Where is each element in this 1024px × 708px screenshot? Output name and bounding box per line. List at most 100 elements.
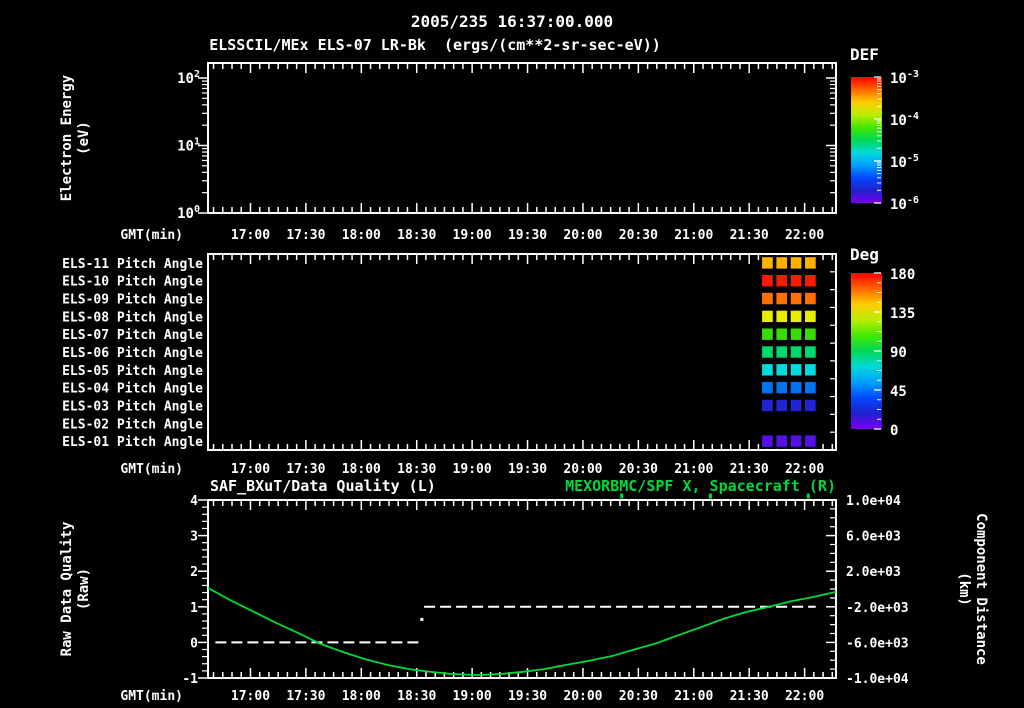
plot-area: 17:00 17:30 18:00 18:30 19:00 19:30 20:00 20:30… (62, 45, 919, 704)
pitch-angle-cell (788, 326, 804, 342)
pitch-row-label: ELS-11 Pitch Angle (62, 257, 203, 272)
x-tick-label: 21:30 (730, 462, 769, 477)
pitch-angle-cell (788, 308, 804, 325)
panel1-y-axis-title-line1: Electron Energy (59, 74, 75, 202)
panel3-right-axis-title-line2: (km) (956, 572, 972, 606)
x-tick-label: 21:00 (674, 228, 713, 243)
pitch-row-label: ELS-10 Pitch Angle (62, 275, 203, 290)
x-tick-label: 19:00 (453, 228, 492, 243)
panel1-y-tick-label: 101 (177, 137, 200, 155)
panel1-y-axis-title: Electron Energy (eV) (59, 75, 93, 201)
panel3-title-left: SAF_BXuT/Data Quality (L) (210, 477, 436, 495)
pitch-angle-cell (803, 362, 818, 378)
panel3-left-tick-label: 0 (190, 636, 198, 651)
data-quality-transition-dot (420, 617, 424, 621)
gmt-axis-label: GMT(min) (120, 689, 183, 704)
def-colorbar-label: 10-6 (890, 195, 919, 213)
x-tick-label: 18:30 (397, 462, 436, 477)
panel3-right-tick-label: 2.0e+03 (846, 565, 901, 580)
panel3-title-right: MEXORBMC/SPF X, Spacecraft (R) (565, 477, 836, 495)
x-tick-label: 20:30 (619, 689, 658, 704)
pitch-angle-cell (803, 397, 818, 414)
panel3-right-tick-label: 6.0e+03 (846, 530, 901, 545)
spacecraft-x-curve (207, 587, 837, 677)
panel3-left-tick-label: 1 (190, 601, 198, 616)
x-tick-label: 20:00 (563, 689, 602, 704)
x-tick-label: 22:00 (785, 689, 824, 704)
pitch-angle-cell (774, 290, 790, 307)
x-tick-label: 19:00 (453, 462, 492, 477)
pitch-angle-cell (760, 290, 775, 307)
panel3-left-tick-label: 2 (190, 565, 198, 580)
panel3-left-tick-label: 4 (190, 494, 198, 509)
x-tick-label: 21:00 (674, 689, 713, 704)
pitch-angle-cell (760, 362, 775, 378)
pitch-angle-cell (788, 379, 804, 396)
pitch-angle-cell (803, 433, 818, 449)
pitch-angle-cell (788, 397, 804, 414)
pitch-angle-cell (788, 344, 804, 360)
x-tick-label: 18:30 (397, 228, 436, 243)
x-tick-label: 17:00 (231, 462, 270, 477)
panel1-y-tick-label: 102 (177, 69, 200, 87)
pitch-angle-cell (788, 433, 804, 449)
gmt-axis-label: GMT(min) (120, 228, 183, 243)
pitch-angle-cell (803, 290, 818, 307)
deg-colorbar-label: 0 (890, 423, 898, 439)
pitch-angle-cell (760, 344, 775, 360)
pitch-angle-cell (774, 308, 790, 325)
panel3-right-axis-title: Component Distance (km) (955, 513, 989, 665)
pitch-angle-cell (774, 397, 790, 414)
x-tick-label: 21:30 (730, 228, 769, 243)
x-tick-label: 22:00 (785, 228, 824, 243)
pitch-row-label: ELS-08 Pitch Angle (62, 310, 203, 325)
x-tick-label: 18:00 (342, 228, 381, 243)
pitch-row-label: ELS-05 Pitch Angle (62, 364, 203, 379)
pitch-angle-cell (788, 273, 804, 289)
pitch-angle-cell (788, 290, 804, 307)
panel3-right-tick-label: -6.0e+03 (846, 636, 909, 651)
panel1-y-tick-label: 100 (177, 204, 200, 222)
pitch-angle-cell (803, 326, 818, 342)
panel3-right-axis-title-line1: Component Distance (973, 513, 989, 665)
pitch-angle-cell (774, 326, 790, 342)
x-tick-label: 19:30 (508, 689, 547, 704)
deg-colorbar-label: 135 (890, 306, 915, 322)
x-tick-label: 22:00 (785, 462, 824, 477)
pitch-row-label: ELS-06 Pitch Angle (62, 346, 203, 361)
panel3-left-tick-label: -1 (182, 672, 198, 687)
plot-canvas: 2005/235 16:37:00.000 ELSSCIL/MEx ELS-07… (0, 0, 1024, 708)
pitch-angle-cell (803, 379, 818, 396)
pitch-angle-cell (788, 362, 804, 378)
pitch-angle-cell (803, 344, 818, 360)
panel3-right-tick-label: -1.0e+04 (846, 672, 909, 687)
x-tick-label: 17:30 (286, 689, 325, 704)
pitch-angle-cell (774, 273, 790, 289)
panel2-frame (207, 253, 837, 451)
pitch-angle-cell (803, 308, 818, 325)
x-tick-label: 17:30 (286, 462, 325, 477)
pitch-row-label: ELS-04 Pitch Angle (62, 382, 203, 397)
pitch-row-label: ELS-07 Pitch Angle (62, 328, 203, 343)
pitch-angle-cell (760, 308, 775, 325)
pitch-angle-cell (803, 273, 818, 289)
deg-colorbar-label: 90 (890, 345, 907, 361)
pitch-angle-cell (774, 379, 790, 396)
pitch-angle-cell (774, 344, 790, 360)
panel3-left-axis-title-line1: Raw Data Quality (59, 521, 75, 657)
x-tick-label: 18:00 (342, 462, 381, 477)
pitch-angle-cell (760, 433, 775, 449)
x-tick-label: 18:00 (342, 689, 381, 704)
panel3-frame (207, 499, 837, 679)
pitch-angle-cell (760, 255, 775, 271)
pitch-row-label: ELS-03 Pitch Angle (62, 399, 203, 414)
pitch-angle-cell (760, 273, 775, 289)
def-colorbar-label: 10-3 (890, 69, 919, 87)
panel3-left-axis-title-line2: (Raw) (76, 567, 92, 611)
pitch-angle-cell (788, 255, 804, 271)
deg-colorbar-label: 45 (890, 384, 907, 400)
pitch-row-label: ELS-09 Pitch Angle (62, 293, 203, 308)
def-colorbar-label: 10-4 (890, 111, 919, 129)
def-colorbar (851, 77, 882, 203)
x-tick-label: 20:00 (563, 462, 602, 477)
